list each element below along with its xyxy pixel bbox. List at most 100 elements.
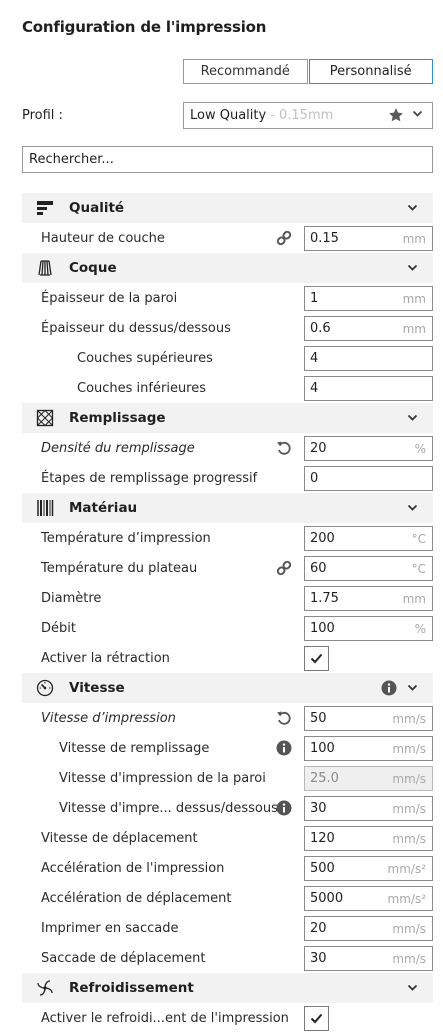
print-temperature-input[interactable]: 200 °C: [304, 526, 433, 551]
field-unit: %: [414, 622, 426, 636]
gradual-infill-input[interactable]: 0: [304, 466, 433, 491]
reset-icon[interactable]: [276, 440, 292, 456]
field-value: 100: [310, 741, 335, 756]
setting-infill-density: Densité du remplissage 20%: [22, 433, 433, 463]
chevron-down-icon[interactable]: [407, 204, 418, 212]
field-unit: mm/s: [392, 832, 426, 846]
fan-icon: [37, 980, 53, 996]
setting-diameter: Diamètre 1.75 mm: [22, 583, 433, 613]
setting-bottom-layers: Couches inférieures 4: [22, 373, 433, 403]
field-unit: mm/s: [392, 922, 426, 936]
travel-acceleration-input[interactable]: 5000 mm/s²: [304, 886, 433, 911]
custom-mode-button[interactable]: Personnalisé: [308, 59, 433, 84]
infill-icon: [36, 409, 54, 427]
setting-retraction: Activer la rétraction: [22, 643, 433, 673]
profile-detail: - 0.15mm: [270, 108, 334, 123]
category-cooling[interactable]: Refroidissement: [22, 973, 433, 1003]
setting-wall-thickness: Épaisseur de la paroi 1 mm: [22, 283, 433, 313]
info-icon[interactable]: [276, 800, 292, 816]
field-value: 4: [310, 381, 319, 396]
chevron-down-icon[interactable]: [407, 984, 418, 992]
field-value: 0.6: [310, 321, 331, 336]
field-unit: °C: [411, 532, 426, 546]
top-layers-input[interactable]: 4: [304, 346, 433, 371]
link-icon[interactable]: [276, 560, 292, 576]
layer-height-input[interactable]: 0.15 mm: [304, 226, 433, 251]
quality-icon: [37, 201, 53, 215]
link-icon[interactable]: [276, 230, 292, 246]
field-value: 1.75: [310, 591, 339, 606]
profile-name: Low Quality: [190, 108, 267, 123]
infill-density-input[interactable]: 20%: [304, 436, 433, 461]
setting-enable-cooling: Activer le refroidi...ent de l'impressio…: [22, 1003, 433, 1032]
bottom-layers-input[interactable]: 4: [304, 376, 433, 401]
setting-top-layers: Couches supérieures 4: [22, 343, 433, 373]
setting-print-temperature: Température d’impression 200 °C: [22, 523, 433, 553]
field-value: 25.0: [310, 771, 339, 786]
setting-label: Vitesse de remplissage: [59, 741, 210, 756]
reset-icon[interactable]: [276, 710, 292, 726]
profile-dropdown[interactable]: Low Quality - 0.15mm: [183, 102, 433, 129]
field-value: 0.15: [310, 231, 339, 246]
chevron-down-icon[interactable]: [407, 504, 418, 512]
wall-thickness-input[interactable]: 1 mm: [304, 286, 433, 311]
search-input[interactable]: Rechercher...: [22, 146, 433, 173]
chevron-down-icon[interactable]: [412, 110, 423, 118]
info-icon[interactable]: [276, 740, 292, 756]
field-unit: %: [414, 442, 426, 456]
setting-label: Accélération de déplacement: [41, 891, 232, 906]
setting-infill-speed: Vitesse de remplissage 100 mm/s: [22, 733, 433, 763]
setting-label: Saccade de déplacement: [41, 951, 206, 966]
print-acceleration-input[interactable]: 500 mm/s²: [304, 856, 433, 881]
page-title: Configuration de l'impression: [22, 18, 267, 36]
infill-speed-input[interactable]: 100 mm/s: [304, 736, 433, 761]
retraction-checkbox[interactable]: [304, 646, 329, 671]
field-value: 1: [310, 291, 319, 306]
category-infill[interactable]: Remplissage: [22, 403, 433, 433]
setting-label: Activer la rétraction: [41, 651, 170, 666]
print-jerk-input[interactable]: 20 mm/s: [304, 916, 433, 941]
travel-jerk-input[interactable]: 30 mm/s: [304, 946, 433, 971]
enable-cooling-checkbox[interactable]: [304, 1006, 329, 1031]
recommended-mode-button[interactable]: Recommandé: [183, 59, 308, 84]
setting-label: Imprimer en saccade: [41, 921, 179, 936]
category-label: Remplissage: [69, 410, 166, 426]
setting-bed-temperature: Température du plateau 60 °C: [22, 553, 433, 583]
bed-temperature-input[interactable]: 60 °C: [304, 556, 433, 581]
setting-label: Vitesse de déplacement: [41, 831, 198, 846]
category-material[interactable]: Matériau: [22, 493, 433, 523]
top-bottom-speed-input[interactable]: 30 mm/s: [304, 796, 433, 821]
setting-label: Vitesse d’impression: [41, 711, 176, 726]
setting-label: Couches inférieures: [77, 381, 207, 396]
field-value: 20: [310, 921, 327, 936]
setting-label: Épaisseur de la paroi: [41, 291, 178, 306]
field-unit: mm/s²: [387, 892, 426, 906]
travel-speed-input[interactable]: 120 mm/s: [304, 826, 433, 851]
chevron-down-icon[interactable]: [407, 264, 418, 272]
star-icon[interactable]: [388, 107, 404, 123]
category-shell[interactable]: Coque: [22, 253, 433, 283]
field-unit: mm/s: [392, 952, 426, 966]
setting-label: Diamètre: [41, 591, 102, 606]
top-bottom-thickness-input[interactable]: 0.6 mm: [304, 316, 433, 341]
diameter-input[interactable]: 1.75 mm: [304, 586, 433, 611]
field-value: 500: [310, 861, 335, 876]
speed-icon: [36, 679, 54, 697]
field-unit: mm: [402, 292, 426, 306]
setting-label: Couches supérieures: [77, 351, 213, 366]
wall-speed-input[interactable]: 25.0 mm/s: [304, 766, 433, 791]
setting-top-bottom-thickness: Épaisseur du dessus/dessous 0.6 mm: [22, 313, 433, 343]
field-unit: mm: [402, 592, 426, 606]
chevron-down-icon[interactable]: [407, 414, 418, 422]
setting-print-jerk: Imprimer en saccade 20 mm/s: [22, 913, 433, 943]
chevron-down-icon[interactable]: [407, 684, 418, 692]
info-icon[interactable]: [381, 680, 397, 696]
setting-print-acceleration: Accélération de l'impression 500 mm/s²: [22, 853, 433, 883]
print-speed-input[interactable]: 50 mm/s: [304, 706, 433, 731]
category-speed[interactable]: Vitesse: [22, 673, 433, 703]
flow-input[interactable]: 100%: [304, 616, 433, 641]
category-label: Vitesse: [69, 680, 125, 696]
setting-layer-height: Hauteur de couche 0.15 mm: [22, 223, 433, 253]
category-quality[interactable]: Qualité: [22, 193, 433, 223]
category-label: Matériau: [69, 500, 138, 516]
